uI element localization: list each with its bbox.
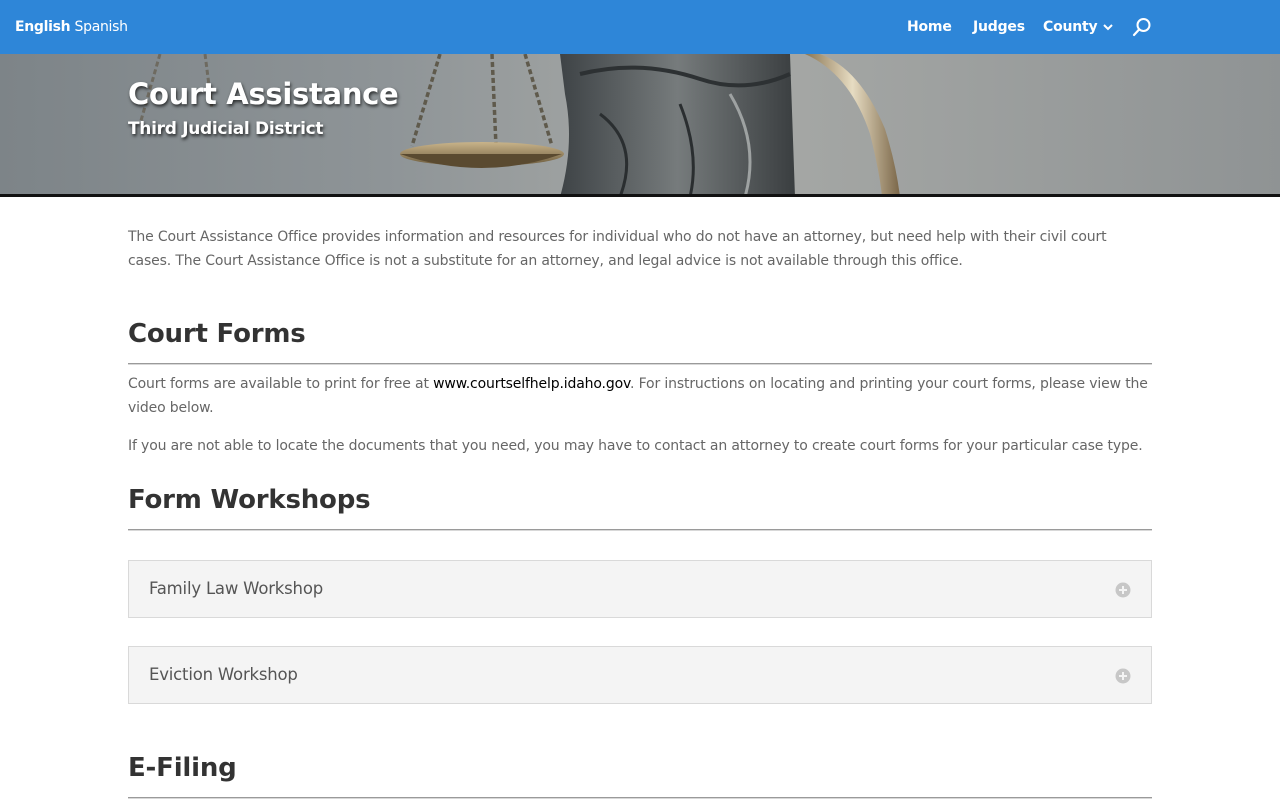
section-title-form-workshops: Form Workshops bbox=[128, 485, 371, 515]
court-forms-contact-paragraph: If you are not able to locate the docume… bbox=[128, 438, 1143, 454]
lang-english[interactable]: English bbox=[15, 19, 71, 35]
court-forms-text-1: Court forms are available to print for f… bbox=[128, 376, 434, 392]
hero-banner: Court Assistance Third Judicial District bbox=[0, 54, 1280, 197]
top-nav-bar: English Spanish Home Judges County bbox=[0, 0, 1280, 54]
nav-home[interactable]: Home bbox=[907, 17, 952, 37]
toggle-family-law-workshop[interactable]: Family Law Workshop bbox=[128, 560, 1152, 618]
chevron-down-icon bbox=[1103, 17, 1114, 37]
page-subtitle: Third Judicial District bbox=[128, 119, 324, 139]
nav-judges[interactable]: Judges bbox=[973, 17, 1025, 37]
intro-paragraph: The Court Assistance Office provides inf… bbox=[128, 229, 1107, 269]
page-title: Court Assistance bbox=[128, 77, 399, 111]
court-forms-paragraph: Court forms are available to print for f… bbox=[128, 373, 1148, 420]
nav-county[interactable]: County bbox=[1043, 17, 1114, 37]
section-title-e-filing: E-Filing bbox=[128, 753, 237, 783]
divider bbox=[128, 529, 1152, 531]
language-switcher: English Spanish bbox=[15, 17, 128, 37]
main-content: The Court Assistance Office provides inf… bbox=[128, 226, 1152, 799]
section-title-court-forms: Court Forms bbox=[128, 319, 306, 349]
toggle-eviction-workshop[interactable]: Eviction Workshop bbox=[128, 646, 1152, 704]
toggle-label: Family Law Workshop bbox=[149, 579, 323, 598]
divider bbox=[128, 797, 1152, 799]
plus-circle-icon bbox=[1115, 582, 1131, 598]
nav-county-label: County bbox=[1043, 19, 1098, 35]
plus-circle-icon bbox=[1115, 668, 1131, 684]
search-icon[interactable] bbox=[1132, 17, 1152, 37]
toggle-label: Eviction Workshop bbox=[149, 665, 298, 684]
lang-spanish[interactable]: Spanish bbox=[75, 19, 128, 35]
divider bbox=[128, 363, 1152, 365]
courtselfhelp-link[interactable]: www.courtselfhelp.idaho.gov bbox=[433, 376, 630, 392]
